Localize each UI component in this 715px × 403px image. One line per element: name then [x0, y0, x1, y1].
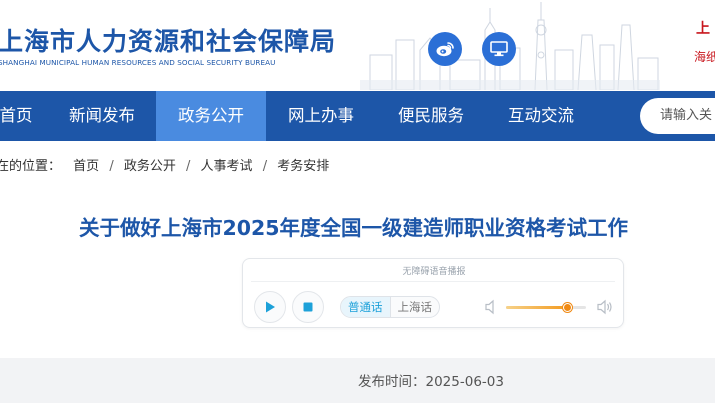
desktop-version-button[interactable] — [482, 32, 516, 66]
nav-item-online-services[interactable]: 网上办事 — [266, 91, 376, 141]
volume-up-icon[interactable] — [596, 299, 614, 315]
publish-time: 发布时间：2025-06-03 — [358, 374, 504, 390]
site-logo-title[interactable]: 上海市人力资源和社会保障局 — [0, 22, 336, 58]
dialect-option-shanghainese[interactable]: 上海话 — [391, 297, 440, 317]
stop-icon — [303, 302, 313, 312]
site-header: 上海市人力资源和社会保障局 SHANGHAI MUNICIPAL HUMAN R… — [0, 0, 715, 90]
nav-item-home[interactable]: 首页 — [0, 91, 40, 141]
dialect-option-mandarin[interactable]: 普通话 — [341, 297, 391, 317]
dialect-selector: 普通话 上海话 — [340, 296, 440, 318]
nav-item-gov-affairs[interactable]: 政务公开 — [156, 91, 266, 141]
breadcrumb-item-gov-affairs[interactable]: 政务公开 — [124, 155, 176, 174]
volume-handle[interactable] — [563, 303, 573, 312]
breadcrumb-separator: / — [109, 159, 114, 174]
header-right-text-bottom[interactable]: 海纸 — [694, 48, 715, 65]
player-label: 无障碍语音播报 — [402, 267, 466, 277]
breadcrumb-prefix: 在的位置： — [0, 159, 62, 174]
breadcrumb: 在的位置： 首页 / 政务公开 / 人事考试 / 考务安排 — [0, 155, 329, 174]
nav-item-news[interactable]: 新闻发布 — [48, 91, 156, 141]
play-icon — [266, 301, 275, 313]
main-nav: 首页 新闻发布 政务公开 网上办事 便民服务 互动交流 — [0, 91, 715, 141]
article-meta-bar: 发布时间：2025-06-03 — [0, 358, 715, 403]
nav-item-interaction[interactable]: 互动交流 — [486, 91, 596, 141]
volume-down-icon[interactable] — [484, 299, 498, 315]
weibo-icon — [436, 42, 454, 57]
site-logo-subtitle: SHANGHAI MUNICIPAL HUMAN RESOURCES AND S… — [0, 58, 276, 67]
breadcrumb-item-personnel-exams[interactable]: 人事考试 — [201, 155, 253, 174]
volume-slider[interactable] — [506, 303, 586, 312]
stop-button[interactable] — [292, 291, 324, 323]
player-divider — [251, 281, 615, 282]
breadcrumb-separator: / — [186, 159, 191, 174]
nav-item-public-services[interactable]: 便民服务 — [376, 91, 486, 141]
header-right-text-top: 上 — [696, 21, 710, 37]
breadcrumb-item-exam-arrangements[interactable]: 考务安排 — [277, 155, 329, 174]
desktop-icon — [490, 41, 508, 57]
play-button[interactable] — [254, 291, 286, 323]
volume-level — [506, 306, 569, 309]
search-input[interactable]: 请输入关 — [640, 98, 715, 134]
accessibility-audio-player: 无障碍语音播报 普通话 上海话 — [242, 258, 624, 328]
weibo-button[interactable] — [428, 32, 462, 66]
breadcrumb-item-home[interactable]: 首页 — [73, 155, 99, 174]
article-title: 关于做好上海市2025年度全国一级建造师职业资格考试工作 — [79, 216, 629, 240]
breadcrumb-separator: / — [262, 159, 268, 174]
